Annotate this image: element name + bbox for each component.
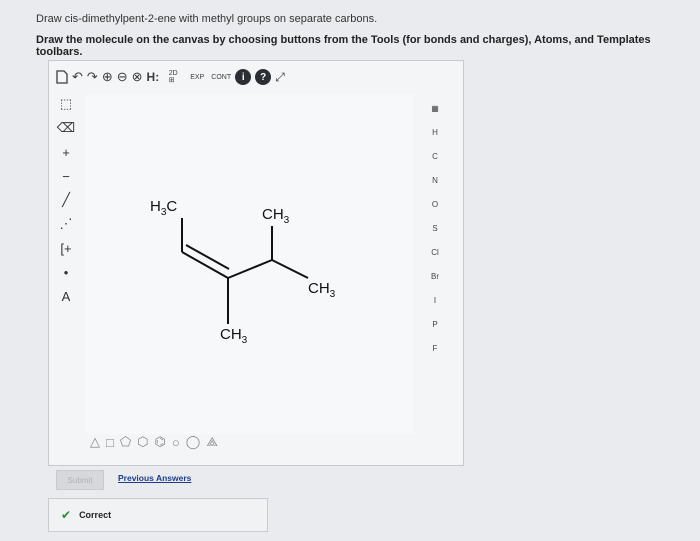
drawing-canvas[interactable]: H3C CH3 CH3 CH3 xyxy=(86,94,414,434)
expand-button[interactable]: EXP xyxy=(187,67,207,87)
atom-s[interactable]: S xyxy=(420,216,450,240)
status-text: Correct xyxy=(79,510,112,520)
top-toolbar: ↶ ↷ ⊕ ⊖ ⊗ H: 2D ⊞ EXP CONT i ? ⤢ xyxy=(56,66,289,88)
zoom-out-icon[interactable]: ⊖ xyxy=(117,67,128,87)
atom-f[interactable]: F xyxy=(420,336,450,360)
square-template-icon[interactable]: □ xyxy=(106,435,114,450)
submit-button[interactable]: Submit xyxy=(56,470,104,490)
radical-icon[interactable]: • xyxy=(55,260,77,284)
clear-icon[interactable]: ⊗ xyxy=(132,67,143,87)
previous-answers-link[interactable]: Previous Answers xyxy=(118,473,191,483)
atom-br[interactable]: Br xyxy=(420,264,450,288)
label-ch3-right: CH3 xyxy=(308,280,336,300)
bond-right-ch3 xyxy=(271,259,309,279)
charge-label-button[interactable]: A xyxy=(55,284,77,308)
question-line1: Draw cis-dimethylpent-2-ene with methyl … xyxy=(36,13,378,25)
new-document-icon[interactable] xyxy=(56,67,68,87)
check-icon: ✔ xyxy=(61,508,72,522)
status-box: ✔ Correct xyxy=(48,498,268,532)
pentagon-template-icon[interactable]: ⬠ xyxy=(120,434,131,450)
select-icon[interactable]: ⬚ xyxy=(55,92,77,116)
hydrogen-button[interactable]: H: xyxy=(147,67,160,87)
question-line2: Draw the molecule on the canvas by choos… xyxy=(36,34,651,58)
plus-charge-button[interactable]: + xyxy=(55,140,77,164)
octagon-template-icon[interactable]: ◯ xyxy=(186,434,201,450)
atom-o[interactable]: O xyxy=(420,192,450,216)
single-bond-icon[interactable]: ╱ xyxy=(55,188,77,212)
atom-c[interactable]: C xyxy=(420,144,450,168)
atom-p[interactable]: P xyxy=(420,312,450,336)
benzene-template-icon[interactable]: ⌬ xyxy=(155,434,166,450)
minus-charge-button[interactable]: − xyxy=(55,164,77,188)
label-ch3-upper: CH3 xyxy=(262,206,290,226)
atom-n[interactable]: N xyxy=(420,168,450,192)
chain-icon[interactable]: ⋰ xyxy=(55,212,77,236)
chair-template-icon[interactable]: ⟁ xyxy=(206,434,218,450)
atom-i[interactable]: I xyxy=(420,288,450,312)
heptagon-template-icon[interactable]: ○ xyxy=(172,435,180,450)
molecule-structure xyxy=(181,218,309,324)
label-h3c: H3C xyxy=(150,198,178,218)
2d-clean-icon[interactable]: 2D ⊞ xyxy=(163,67,183,87)
redo-icon[interactable]: ↷ xyxy=(87,67,98,87)
help-icon[interactable]: ? xyxy=(255,69,272,85)
periodic-table-icon[interactable]: ▦ xyxy=(420,96,450,120)
label-ch3-lower: CH3 xyxy=(220,326,248,346)
triangle-template-icon[interactable]: △ xyxy=(90,434,100,450)
templates-toolbar: △ □ ⬠ ⬡ ⌬ ○ ◯ ⟁ xyxy=(90,434,218,450)
zoom-in-icon[interactable]: ⊕ xyxy=(102,67,113,87)
hexagon-template-icon[interactable]: ⬡ xyxy=(137,434,148,450)
bracket-icon[interactable]: [+ xyxy=(55,236,77,260)
bond-c3-c4 xyxy=(227,259,273,279)
atom-cl[interactable]: Cl xyxy=(420,240,450,264)
fullscreen-icon[interactable]: ⤢ xyxy=(275,67,285,87)
atom-h[interactable]: H xyxy=(420,120,450,144)
info-icon[interactable]: i xyxy=(235,69,252,85)
atoms-toolbar: ▦ H C N O S Cl Br I P F xyxy=(420,96,450,360)
undo-icon[interactable]: ↶ xyxy=(72,67,83,87)
contract-button[interactable]: CONT xyxy=(211,67,231,87)
eraser-icon[interactable]: ⌫ xyxy=(55,116,77,140)
left-toolbar: ⬚ ⌫ + − ╱ ⋰ [+ • A xyxy=(55,92,77,308)
